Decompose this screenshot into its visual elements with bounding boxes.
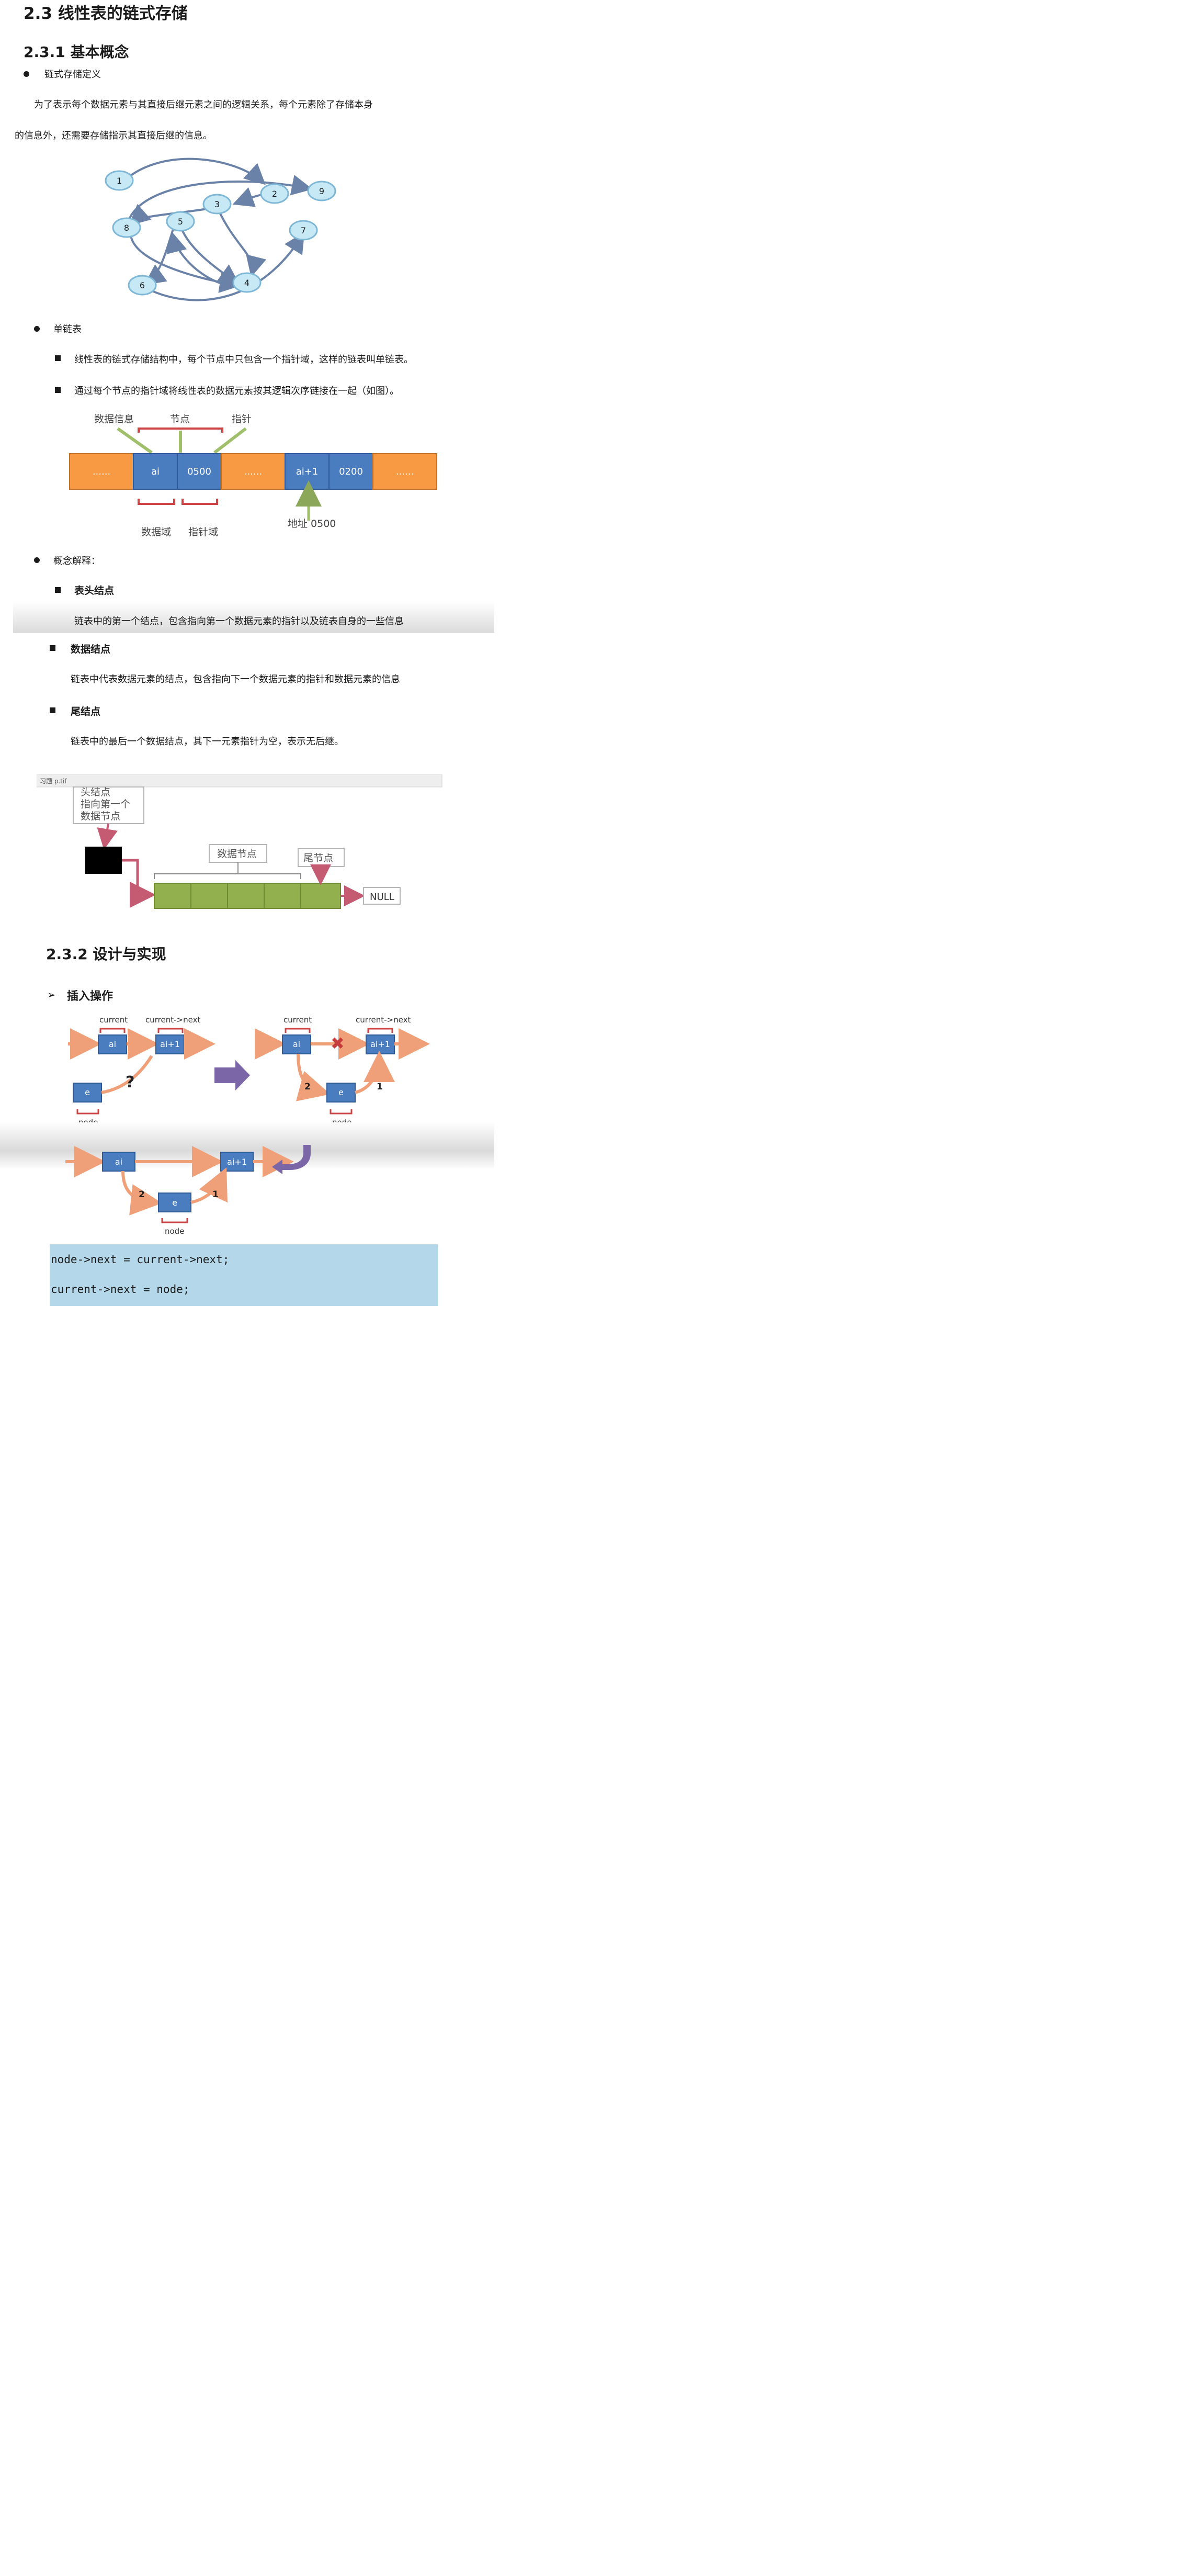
data-nodes-label: 数据节点 bbox=[217, 848, 257, 860]
bullet-icon bbox=[24, 71, 29, 77]
insert-operation-figure-top: current current->next current current->n… bbox=[68, 1015, 430, 1127]
data-node-title: 数据结点 bbox=[71, 644, 111, 655]
label-current-next-left: current->next bbox=[145, 1015, 200, 1025]
step-1-label: 1 bbox=[377, 1082, 383, 1092]
cell-ai1-left: ai+1 bbox=[160, 1039, 180, 1049]
bullet-icon bbox=[34, 326, 40, 332]
cell-ai1: ai+1 bbox=[296, 466, 319, 477]
arrow-bullet-icon: ➢ bbox=[47, 988, 56, 1001]
def-paragraph-line1: 为了表示每个数据元素与其直接后继元素之间的逻辑关系，每个元素除了存储本身 bbox=[34, 99, 373, 110]
bullet-concept: 概念解释： bbox=[53, 556, 100, 567]
bullet-def-title: 链式存储定义 bbox=[44, 69, 101, 80]
bullet-square-icon bbox=[50, 707, 55, 713]
graph-node-label-7: 7 bbox=[301, 226, 306, 235]
label-current-next-right: current->next bbox=[356, 1015, 411, 1025]
head-node-label-3: 数据节点 bbox=[81, 811, 120, 822]
insert-operation-title: 插入操作 bbox=[67, 990, 114, 1003]
cell-ptr-0500: 0500 bbox=[187, 466, 211, 477]
single-list-sub2: 通过每个节点的指针域将线性表的数据元素按其逻辑次序链接在一起（如图）。 bbox=[74, 386, 399, 397]
cell-ptr-0200: 0200 bbox=[339, 466, 363, 477]
data-node-desc: 链表中代表数据元素的结点，包含指向下一个数据元素的指针和数据元素的信息 bbox=[71, 674, 400, 685]
question-mark: ? bbox=[126, 1073, 134, 1092]
label-current-right: current bbox=[283, 1015, 312, 1025]
section-title-basic-concepts: 2.3.1 基本概念 bbox=[24, 43, 129, 61]
graph-node-label-3: 3 bbox=[214, 199, 220, 209]
cell-ai-left: ai bbox=[109, 1039, 116, 1049]
head-node-label-1: 头结点 bbox=[81, 786, 110, 798]
graph-node-label-5: 5 bbox=[178, 217, 183, 227]
label-data-field: 数据域 bbox=[141, 526, 171, 538]
bullet-square-icon bbox=[55, 387, 61, 393]
linked-list-figure: 习题 p.tif 头结点 指向第一个 数据节点 数据节点 尾节点 NULL bbox=[37, 774, 442, 909]
graph-node-label-9: 9 bbox=[319, 186, 324, 196]
cell-e-left: e bbox=[85, 1087, 90, 1097]
cell-e-bottom: e bbox=[172, 1198, 177, 1208]
def-paragraph-line2: 的信息外，还需要存储指示其直接后继的信息。 bbox=[15, 130, 212, 141]
graph-node-label-6: 6 bbox=[140, 280, 145, 290]
tail-node-label: 尾节点 bbox=[303, 852, 333, 864]
step-2-label: 2 bbox=[304, 1082, 311, 1092]
graph-node-label-4: 4 bbox=[244, 278, 249, 288]
cell-dots-3: ...... bbox=[396, 466, 414, 477]
linked-graph-figure: 1 2 3 4 5 6 7 8 9 bbox=[105, 158, 336, 301]
step-2-label-bottom: 2 bbox=[139, 1189, 145, 1200]
head-node-title: 表头结点 bbox=[74, 585, 115, 597]
bullet-square-icon bbox=[50, 645, 55, 651]
label-current-left: current bbox=[99, 1015, 128, 1025]
node-label-bottom: node bbox=[165, 1227, 184, 1236]
graph-node-label-1: 1 bbox=[117, 176, 122, 186]
label-address-0500: 地址 0500 bbox=[288, 518, 336, 530]
code-line-2: current->next = node; bbox=[51, 1283, 190, 1296]
figure-tab-label: 习题 p.tif bbox=[40, 778, 67, 785]
bullet-icon bbox=[34, 557, 40, 563]
label-pointer: 指针 bbox=[232, 413, 252, 425]
code-line-1: node->next = current->next; bbox=[51, 1253, 230, 1266]
cell-ai: ai bbox=[151, 466, 160, 477]
graph-node-label-2: 2 bbox=[272, 189, 277, 199]
bullet-square-icon bbox=[55, 587, 61, 593]
null-label: NULL bbox=[370, 892, 394, 903]
storage-structure-figure: 数据信息 节点 指针 ...... ai 0500 ...... ai+1 02… bbox=[69, 413, 437, 538]
bullet-single-list: 单链表 bbox=[53, 324, 82, 335]
cell-ai-right: ai bbox=[293, 1039, 300, 1049]
head-node-desc: 链表中的第一个结点，包含指向第一个数据元素的指针以及链表自身的一些信息 bbox=[74, 616, 404, 627]
cell-dots-1: ...... bbox=[93, 466, 110, 477]
bullet-square-icon bbox=[55, 355, 61, 361]
cell-dots-2: ...... bbox=[244, 466, 262, 477]
section-title-design: 2.3.2 设计与实现 bbox=[46, 946, 166, 963]
cell-ai1-right: ai+1 bbox=[370, 1039, 390, 1049]
label-data-info: 数据信息 bbox=[94, 413, 134, 425]
graph-node-label-8: 8 bbox=[124, 223, 129, 233]
tail-node-desc: 链表中的最后一个数据结点，其下一元素指针为空，表示无后继。 bbox=[71, 736, 344, 747]
tail-node-title: 尾结点 bbox=[71, 706, 101, 717]
label-node: 节点 bbox=[170, 413, 190, 425]
single-list-sub1: 线性表的链式存储结构中，每个节点中只包含一个指针域，这样的链表叫单链表。 bbox=[74, 354, 413, 365]
cross-icon: ✖ bbox=[331, 1033, 345, 1053]
head-node-label-2: 指向第一个 bbox=[81, 798, 130, 810]
label-pointer-field: 指针域 bbox=[188, 526, 218, 538]
insert-operation-figure-bottom: ai ai+1 e 2 1 node bbox=[65, 1145, 311, 1236]
page-title: 2.3 线性表的链式存储 bbox=[24, 4, 188, 23]
step-1-label-bottom: 1 bbox=[212, 1189, 219, 1200]
cell-ai-bottom: ai bbox=[115, 1157, 122, 1167]
cell-ai1-bottom: ai+1 bbox=[227, 1157, 247, 1167]
cell-e-right: e bbox=[338, 1087, 344, 1097]
